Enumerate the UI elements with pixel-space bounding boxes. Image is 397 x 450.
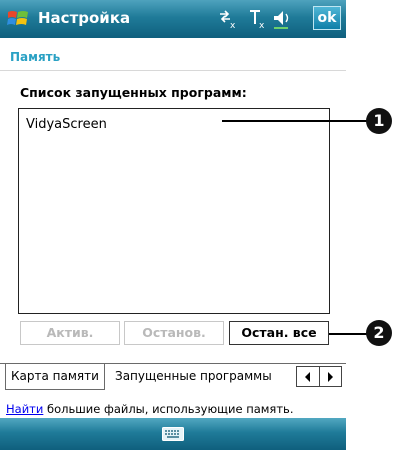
title-bar: Настройка x x ok <box>0 0 346 38</box>
signal-icon[interactable]: x <box>250 10 265 31</box>
status-icons: x x <box>220 10 289 31</box>
callout-2: 2 <box>366 320 392 346</box>
hint-description: большие файлы, использующие память. <box>43 402 294 416</box>
bottom-bar <box>0 418 346 450</box>
tab-scroll-left[interactable] <box>297 367 320 386</box>
svg-text:x: x <box>259 21 265 31</box>
hint-text: Найти большие файлы, использующие память… <box>6 402 294 416</box>
tab-scroll-arrows <box>296 366 342 387</box>
volume-icon[interactable] <box>274 11 289 29</box>
callout-1: 1 <box>366 108 392 134</box>
chevron-left-icon <box>304 371 310 382</box>
section-title: Память <box>10 50 61 64</box>
connectivity-icon[interactable]: x <box>220 10 236 31</box>
tab-running-programs[interactable]: Запущенные программы <box>110 364 277 390</box>
callout-line-1 <box>222 120 370 122</box>
find-link[interactable]: Найти <box>6 402 43 416</box>
keyboard-icon[interactable] <box>162 427 184 441</box>
chevron-right-icon <box>328 371 334 382</box>
window-title: Настройка <box>38 9 131 27</box>
ok-button[interactable]: ok <box>313 6 341 30</box>
activate-button[interactable]: Актив. <box>20 321 120 345</box>
divider <box>0 70 346 71</box>
stop-button[interactable]: Останов. <box>124 321 224 345</box>
callout-line-2 <box>329 333 370 335</box>
tab-scroll-right[interactable] <box>320 367 342 386</box>
running-programs-list[interactable]: VidyaScreen <box>18 108 330 314</box>
stop-all-button[interactable]: Остан. все <box>229 321 329 345</box>
screen: Настройка x x ok Память Список запущенны… <box>0 0 346 450</box>
list-item[interactable]: VidyaScreen <box>26 117 107 132</box>
tab-memory-card[interactable]: Карта памяти <box>5 364 105 390</box>
running-programs-label: Список запущенных программ: <box>20 85 247 100</box>
svg-text:x: x <box>230 21 236 31</box>
windows-start-icon[interactable] <box>6 7 30 31</box>
